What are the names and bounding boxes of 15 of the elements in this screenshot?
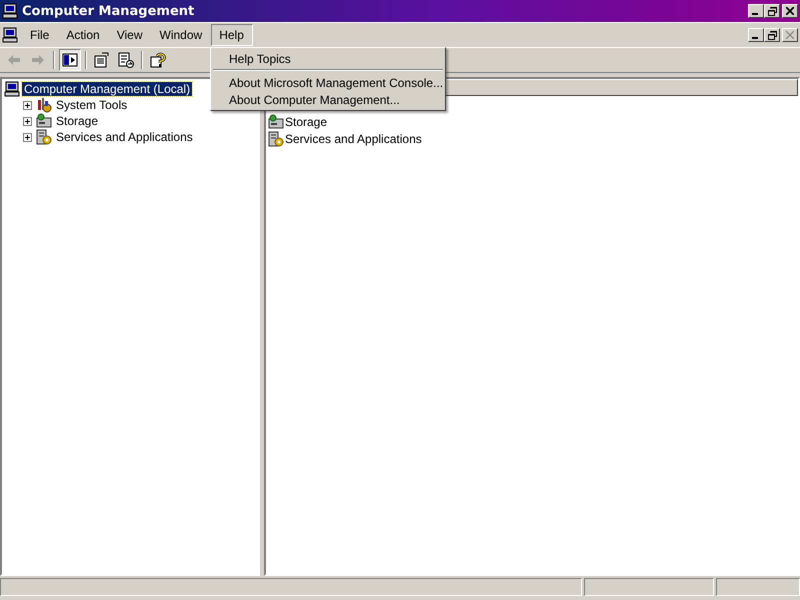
menu-item[interactable]: About Computer Management... [211, 91, 445, 108]
tree-item[interactable]: Computer Management (Local) [22, 82, 192, 96]
window-title: Computer Management [22, 4, 194, 18]
menu-item[interactable]: View [108, 24, 152, 46]
menu-item[interactable]: Action [58, 24, 109, 46]
menu-item[interactable]: Help Topics [211, 50, 445, 67]
list-item[interactable]: Storage [285, 114, 328, 128]
list-item[interactable]: Services and Applications [285, 132, 422, 146]
tree-item[interactable]: System Tools [54, 98, 130, 112]
menu-item[interactable]: File [22, 24, 58, 46]
menu-item[interactable]: Window [152, 24, 212, 46]
tree-item[interactable]: Storage [54, 114, 100, 128]
tree-item[interactable]: Services and Applications [54, 130, 195, 144]
menu-item[interactable]: About Microsoft Management Console... [211, 74, 445, 91]
menu-item[interactable]: Help [211, 24, 253, 46]
